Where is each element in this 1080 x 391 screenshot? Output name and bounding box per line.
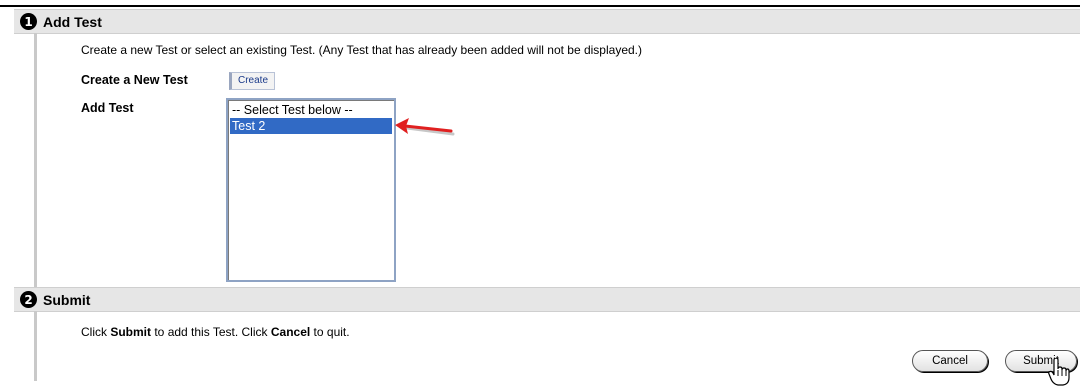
section-title-submit: Submit xyxy=(43,291,91,308)
select-option-test-2[interactable]: Test 2 xyxy=(230,118,392,134)
section-2-rail xyxy=(34,311,37,381)
cancel-button[interactable]: Cancel xyxy=(912,350,988,372)
red-arrow-icon xyxy=(395,118,455,136)
test-select-list[interactable]: -- Select Test below -- Test 2 xyxy=(226,98,396,282)
select-option-placeholder[interactable]: -- Select Test below -- xyxy=(230,102,392,118)
create-button[interactable]: Create xyxy=(229,72,276,90)
section-header-add-test: 1 Add Test xyxy=(14,9,1080,34)
submit-instr-submit-word: Submit xyxy=(110,325,152,339)
section-title-add-test: Add Test xyxy=(43,13,102,30)
step-2-badge: 2 xyxy=(20,291,37,308)
step-1-badge: 1 xyxy=(20,13,37,30)
add-test-label: Add Test xyxy=(81,101,134,115)
submit-instr-text-3: to quit. xyxy=(310,325,350,339)
top-divider xyxy=(0,5,1080,7)
submit-instr-text-1: Click xyxy=(81,325,111,339)
hand-pointer-icon xyxy=(1048,358,1070,386)
submit-instr-cancel-word: Cancel xyxy=(270,325,311,339)
section-1-rail xyxy=(34,33,37,287)
submit-instr-text-2: to add this Test. Click xyxy=(151,325,271,339)
add-test-instructions: Create a new Test or select an existing … xyxy=(81,43,642,57)
submit-instructions: Click Submit to add this Test. Click Can… xyxy=(81,325,350,339)
section-header-submit: 2 Submit xyxy=(14,287,1080,312)
create-new-test-label: Create a New Test xyxy=(81,73,188,87)
